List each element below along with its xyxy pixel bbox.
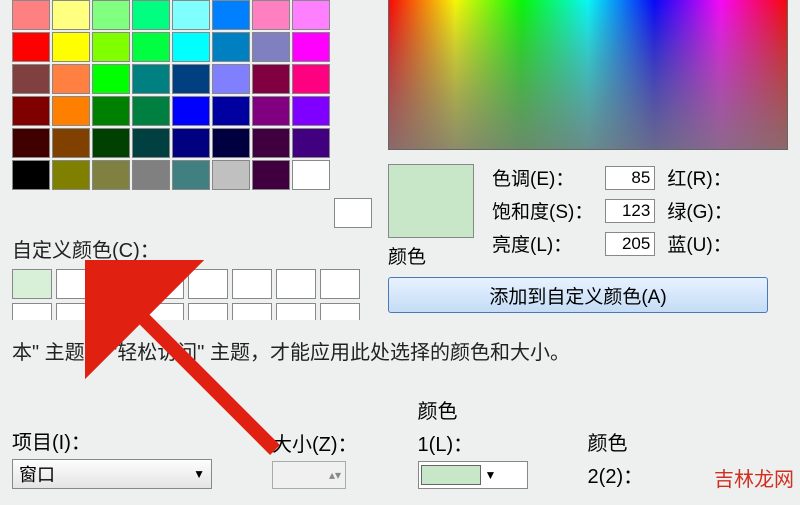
custom-color-swatch[interactable]: [276, 269, 316, 299]
color2-heading: 颜色: [588, 433, 628, 455]
basic-color-swatch[interactable]: [172, 96, 210, 126]
basic-color-swatch[interactable]: [52, 0, 90, 30]
preview-group: 颜色: [388, 164, 474, 269]
basic-color-swatch[interactable]: [212, 160, 250, 190]
basic-color-swatch[interactable]: [252, 32, 290, 62]
blue-label: 蓝(U)：: [667, 230, 732, 257]
basic-color-swatch[interactable]: [12, 64, 50, 94]
color1-label: 1(L)：: [418, 428, 528, 457]
basic-color-swatch[interactable]: [92, 160, 130, 190]
custom-colors-label: 自定义颜色(C)：: [12, 234, 372, 263]
basic-color-swatch[interactable]: [172, 64, 210, 94]
basic-color-swatch[interactable]: [132, 128, 170, 158]
basic-color-swatch[interactable]: [292, 0, 330, 30]
custom-color-swatch[interactable]: [100, 269, 140, 299]
basic-color-swatch[interactable]: [12, 96, 50, 126]
watermark-text: 吉林龙网: [714, 463, 794, 492]
basic-color-swatch[interactable]: [12, 160, 50, 190]
size-label: 大小(Z)：: [272, 428, 358, 457]
basic-color-swatch[interactable]: [92, 128, 130, 158]
size-group: 大小(Z)： ▴▾: [272, 428, 358, 489]
basic-color-swatch[interactable]: [132, 0, 170, 30]
color-preview: [388, 164, 474, 238]
sat-label: 饱和度(S)：: [492, 197, 593, 224]
color1-group: 颜色 1(L)： ▼: [418, 395, 528, 489]
basic-color-swatch[interactable]: [52, 128, 90, 158]
basic-color-swatch[interactable]: [292, 128, 330, 158]
basic-color-swatch[interactable]: [252, 64, 290, 94]
basic-color-swatch[interactable]: [252, 96, 290, 126]
spinner-icon: ▴▾: [329, 468, 341, 482]
green-label: 绿(G)：: [667, 197, 732, 224]
basic-color-swatch[interactable]: [52, 32, 90, 62]
custom-color-swatch[interactable]: [320, 269, 360, 299]
color1-heading: 颜色: [418, 401, 458, 423]
color2-group: 颜色 2(2)：: [588, 427, 644, 489]
theme-hint-text: 本" 主题或 "轻松访问" 主题，才能应用此处选择的颜色和大小。: [12, 336, 788, 365]
red-label: 红(R)：: [667, 164, 732, 191]
basic-color-swatch[interactable]: [52, 160, 90, 190]
chevron-down-icon: ▼: [193, 467, 205, 481]
basic-color-swatch[interactable]: [52, 96, 90, 126]
basic-color-swatch[interactable]: [212, 96, 250, 126]
color1-chip: [421, 465, 481, 485]
basic-color-swatch[interactable]: [212, 0, 250, 30]
hue-input[interactable]: [605, 166, 655, 190]
item-label: 项目(I)：: [12, 426, 212, 455]
hue-label: 色调(E)：: [492, 164, 593, 191]
basic-colors-grid: [12, 0, 352, 190]
add-to-custom-button[interactable]: 添加到自定义颜色(A): [388, 277, 768, 313]
basic-color-swatch[interactable]: [212, 128, 250, 158]
extra-swatch[interactable]: [334, 198, 372, 228]
basic-color-swatch[interactable]: [132, 160, 170, 190]
basic-color-swatch[interactable]: [212, 64, 250, 94]
basic-color-swatch[interactable]: [292, 64, 330, 94]
basic-color-swatch[interactable]: [252, 128, 290, 158]
custom-color-swatch[interactable]: [144, 269, 184, 299]
item-combobox[interactable]: 窗口 ▼: [12, 459, 212, 489]
item-group: 项目(I)： 窗口 ▼: [12, 426, 212, 489]
basic-color-swatch[interactable]: [172, 128, 210, 158]
sat-input[interactable]: [605, 199, 655, 223]
size-spinner[interactable]: ▴▾: [272, 461, 346, 489]
basic-color-swatch[interactable]: [292, 32, 330, 62]
basic-color-swatch[interactable]: [92, 96, 130, 126]
color-spectrum[interactable]: [388, 0, 788, 150]
hsl-rgb-inputs: 色调(E)： 红(R)： 饱和度(S)： 绿(G)： 亮度(L)： 蓝(U)：: [492, 164, 733, 257]
basic-color-swatch[interactable]: [252, 160, 290, 190]
basic-color-swatch[interactable]: [92, 32, 130, 62]
basic-color-swatch[interactable]: [12, 128, 50, 158]
basic-color-swatch[interactable]: [12, 32, 50, 62]
basic-color-swatch[interactable]: [132, 32, 170, 62]
lum-input[interactable]: [605, 232, 655, 256]
basic-color-swatch[interactable]: [12, 0, 50, 30]
custom-color-swatch[interactable]: [12, 269, 52, 299]
chevron-down-icon: ▼: [485, 468, 497, 482]
lum-label: 亮度(L)：: [492, 230, 593, 257]
custom-color-swatch[interactable]: [188, 269, 228, 299]
basic-color-swatch[interactable]: [292, 160, 330, 190]
appearance-settings-window: 本" 主题或 "轻松访问" 主题，才能应用此处选择的颜色和大小。 项目(I)： …: [0, 320, 800, 505]
item-value: 窗口: [19, 461, 55, 487]
basic-color-swatch[interactable]: [252, 0, 290, 30]
basic-color-swatch[interactable]: [292, 96, 330, 126]
basic-color-swatch[interactable]: [92, 64, 130, 94]
basic-color-swatch[interactable]: [172, 32, 210, 62]
color-preview-label: 颜色: [388, 242, 474, 269]
basic-color-swatch[interactable]: [132, 96, 170, 126]
color2-label: 2(2)：: [588, 460, 644, 489]
custom-color-swatch[interactable]: [232, 269, 272, 299]
basic-color-swatch[interactable]: [92, 0, 130, 30]
basic-color-swatch[interactable]: [212, 32, 250, 62]
basic-color-swatch[interactable]: [52, 64, 90, 94]
basic-color-swatch[interactable]: [132, 64, 170, 94]
custom-color-swatch[interactable]: [56, 269, 96, 299]
color1-combobox[interactable]: ▼: [418, 461, 528, 489]
basic-color-swatch[interactable]: [172, 160, 210, 190]
basic-color-swatch[interactable]: [172, 0, 210, 30]
